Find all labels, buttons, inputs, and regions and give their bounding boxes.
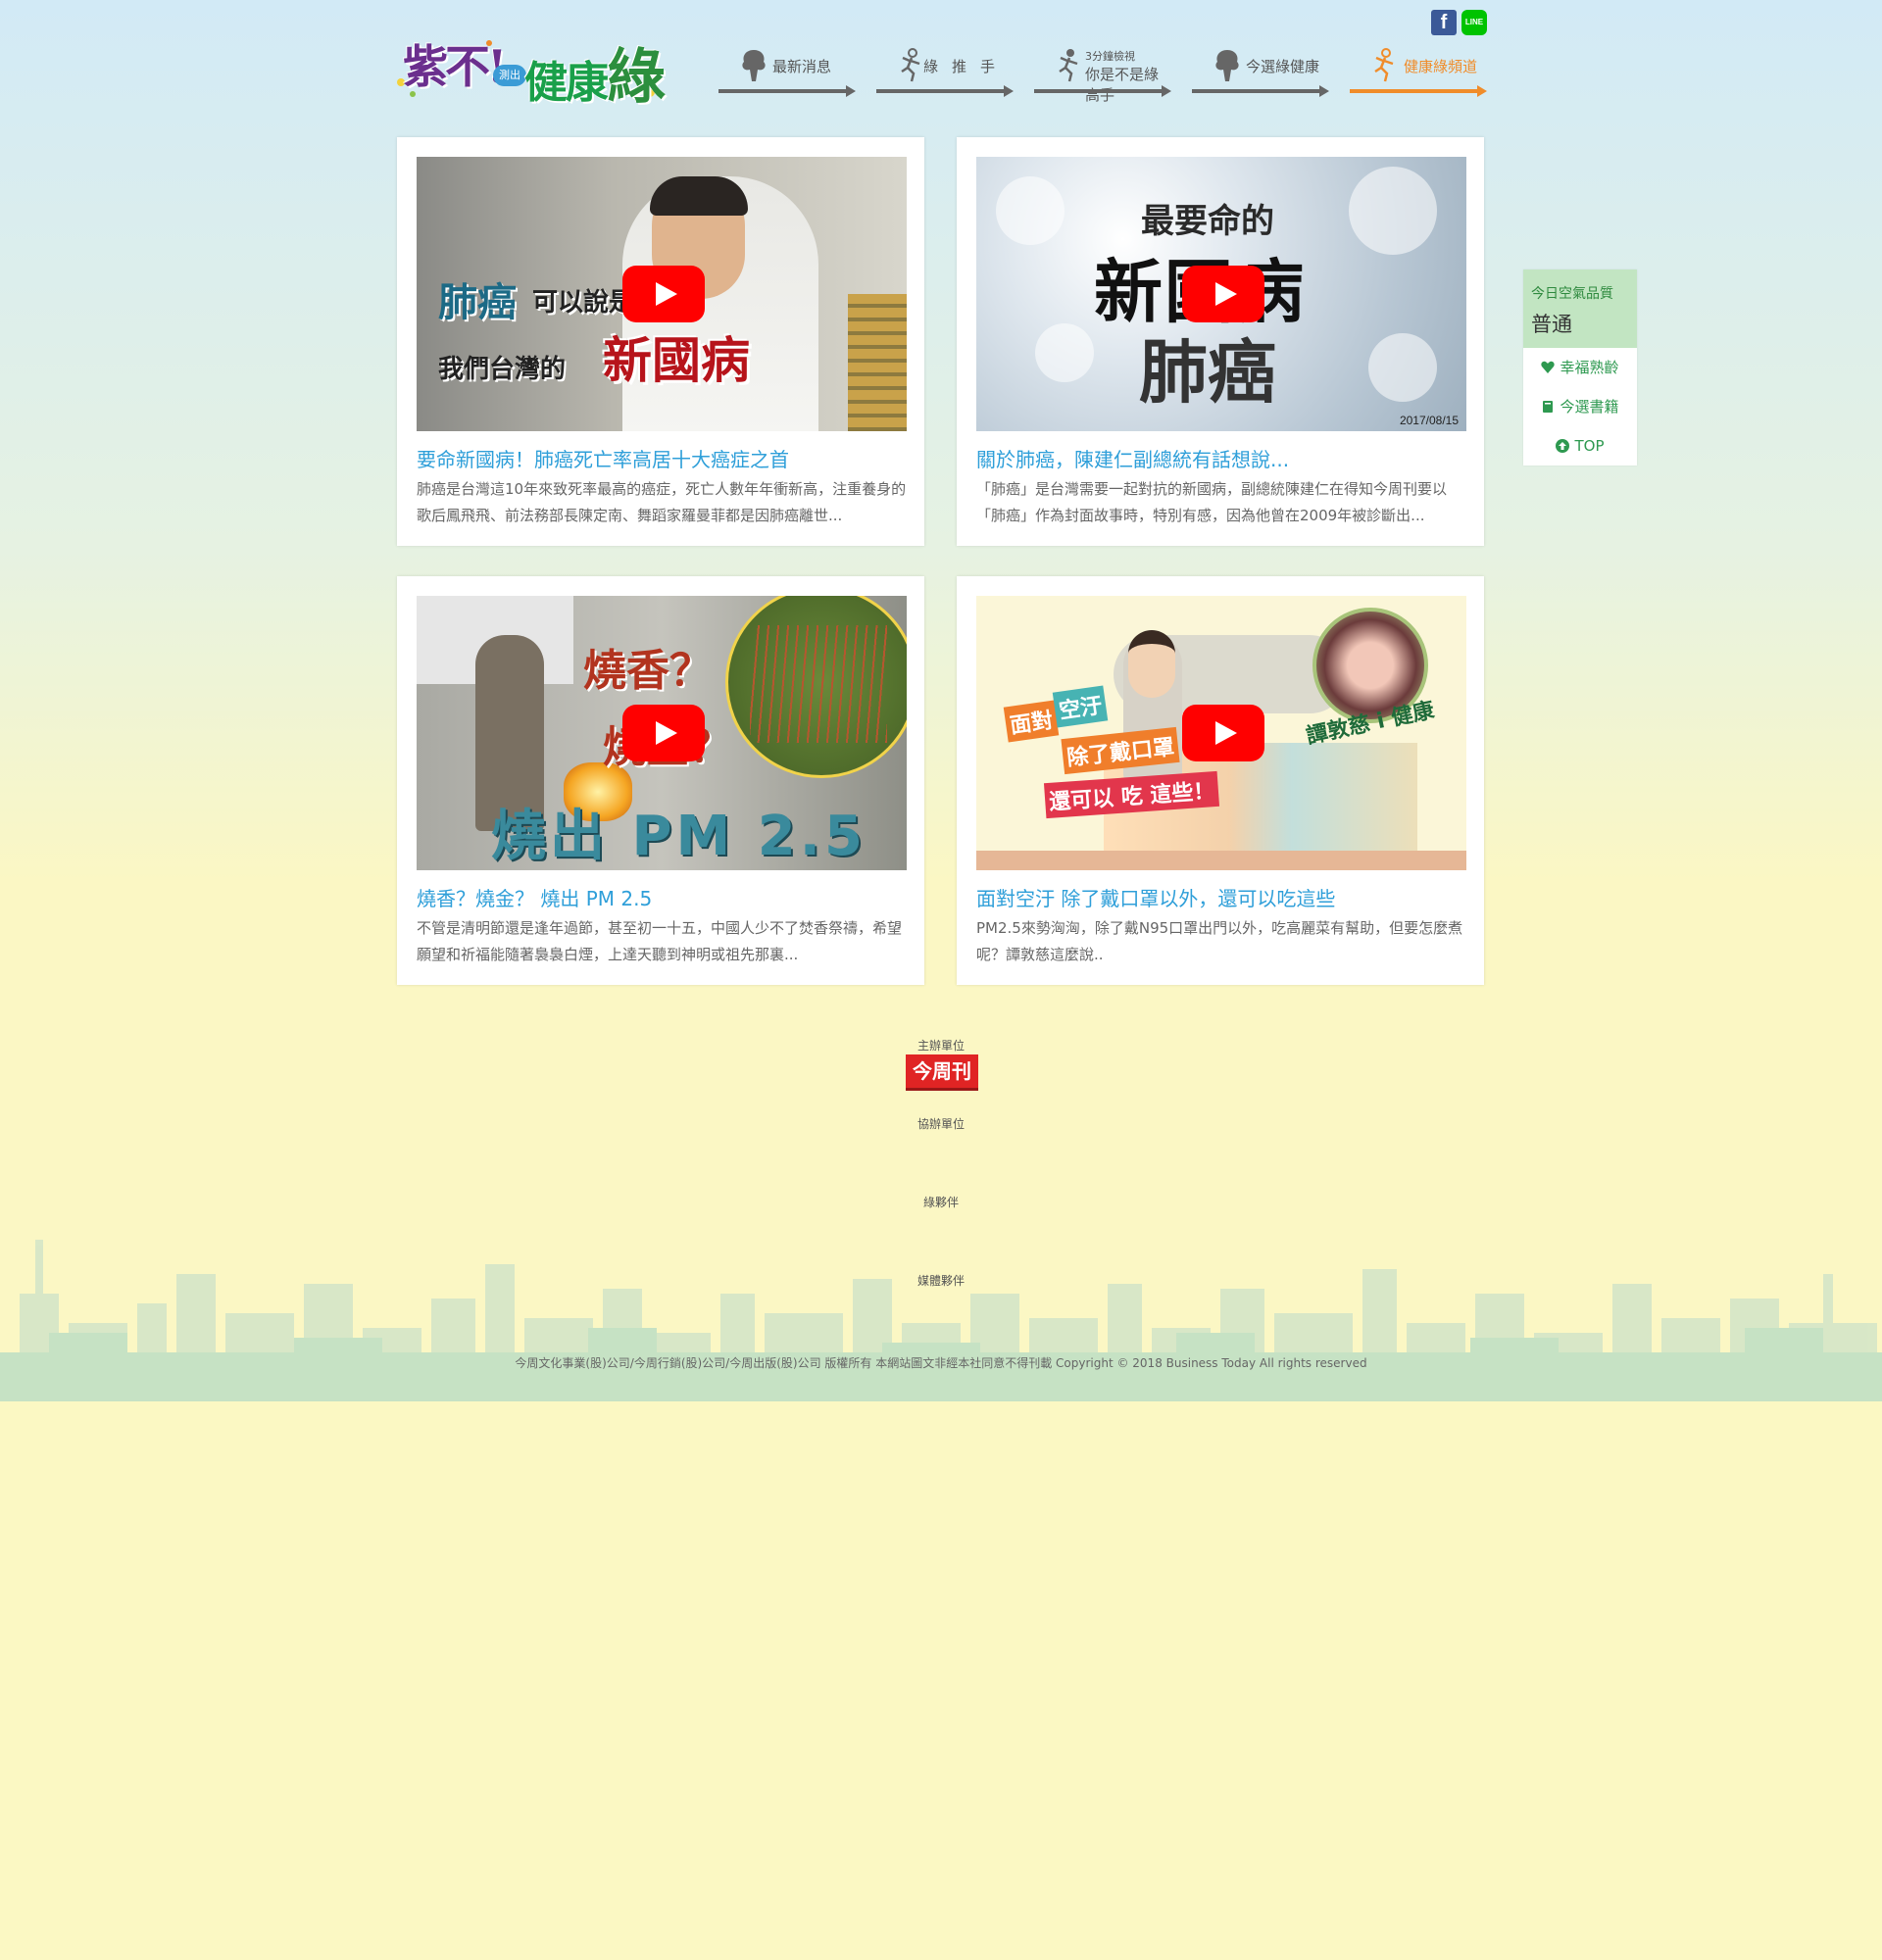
video-title[interactable]: 面對空汙 除了戴口罩以外，還可以吃這些 — [976, 883, 1335, 911]
nav-label: 最新消息 — [772, 58, 832, 75]
play-button-icon[interactable] — [622, 705, 705, 761]
side-link-senior[interactable]: 幸福熟齡 — [1523, 348, 1637, 387]
thumbnail-bokeh — [1035, 323, 1094, 382]
business-today-logo[interactable]: 今周刊 — [906, 1054, 978, 1091]
green-partner-label: 綠夥伴 — [922, 1196, 959, 1209]
line-icon[interactable]: LINE — [1461, 10, 1487, 35]
video-card: 最要命的 新國病 肺癌 2017/08/15 關於肺癌，陳建仁副總統有話想說..… — [957, 137, 1484, 546]
video-thumbnail[interactable]: 肺癌 可以說是 我們台灣的 新國病 — [417, 157, 907, 431]
video-description: 「肺癌」是台灣需要一起對抗的新國病，副總統陳建仁在得知今周刊要以「肺癌」作為封面… — [976, 480, 1448, 524]
nav-item-channel[interactable]: 健康綠頻道 — [1350, 44, 1488, 98]
side-link-top[interactable]: TOP — [1523, 426, 1637, 466]
nav-item-promoters[interactable]: 綠推手 — [876, 44, 1015, 98]
site-logo[interactable]: 紫不! 測出 健康綠 — [395, 24, 666, 112]
thumbnail-text: 肺癌 — [1139, 331, 1276, 413]
facebook-icon[interactable]: f — [1431, 10, 1457, 35]
runner-icon — [1374, 48, 1394, 82]
footer-partner-section: 綠夥伴 — [0, 1192, 1882, 1210]
nav-arrow — [1034, 85, 1171, 97]
host-label: 主辦單位 — [916, 1039, 965, 1053]
nav-arrow — [876, 85, 1014, 97]
video-description: PM2.5來勢洶洶，除了戴N95口罩出門以外，吃高麗菜有幫助，但要怎麼煮呢？譚敦… — [976, 919, 1463, 963]
main-nav: 最新消息 綠推手 3分鐘檢視 你是不是綠高手 今選綠健康 健康綠頻道 — [718, 44, 1488, 104]
nav-label: 健康綠頻道 — [1404, 58, 1478, 75]
nav-arrow — [1350, 85, 1487, 97]
copyright-text: 今周文化事業(股)公司/今周行銷(股)公司/今周出版(股)公司 版權所有 本網站… — [515, 1356, 1367, 1370]
thumbnail-bokeh — [1368, 333, 1437, 402]
tree-icon — [742, 50, 766, 81]
footer-host-section: 主辦單位 — [0, 1035, 1882, 1054]
air-quality-title: 今日空氣品質 — [1531, 286, 1613, 302]
nav-label: 今選綠健康 — [1246, 58, 1320, 75]
thumbnail-text: 最要命的 — [1141, 202, 1274, 241]
play-button-icon[interactable] — [1182, 266, 1264, 322]
video-thumbnail[interactable]: 最要命的 新國病 肺癌 2017/08/15 — [976, 157, 1466, 431]
thumbnail-floor — [976, 851, 1466, 870]
video-title[interactable]: 要命新國病！肺癌死亡率高居十大癌症之首 — [417, 444, 789, 472]
video-thumbnail[interactable]: 面對 空汙 除了戴口罩 還可以 吃 這些！ 譚敦慈 i 健康 — [976, 596, 1466, 870]
footer-co-section: 協辦單位 — [0, 1113, 1882, 1132]
air-quality-value: 普通 — [1531, 313, 1572, 336]
nav-item-green-health[interactable]: 今選綠健康 — [1192, 44, 1330, 98]
thumbnail-text: 燒出 PM 2.5 — [491, 805, 867, 868]
video-card: 面對 空汙 除了戴口罩 還可以 吃 這些！ 譚敦慈 i 健康 面對空汙 除了戴口… — [957, 576, 1484, 985]
social-links: f LINE — [1431, 10, 1487, 35]
logo-text-purple: 紫不! — [403, 40, 507, 93]
nav-arrow — [718, 85, 856, 97]
thumbnail-date: 2017/08/15 — [1399, 414, 1459, 427]
nav-label: 綠推手 — [923, 58, 1010, 75]
co-organizer-label: 協辦單位 — [916, 1117, 965, 1131]
video-card: 燒香？ 燒金？ 燒出 PM 2.5 燒香？燒金？ 燒出 PM 2.5 不管是清明… — [397, 576, 924, 985]
thumbnail-bokeh — [1349, 167, 1437, 255]
side-link-books[interactable]: 今選書籍 — [1523, 387, 1637, 426]
video-title[interactable]: 關於肺癌，陳建仁副總統有話想說... — [976, 444, 1289, 472]
video-card: 肺癌 可以說是 我們台灣的 新國病 要命新國病！肺癌死亡率高居十大癌症之首 肺癌… — [397, 137, 924, 546]
thumbnail-shelf — [848, 294, 907, 431]
thumbnail-man-head — [1128, 630, 1175, 698]
thumbnail-text: 可以說是 — [532, 288, 635, 318]
side-link-label: 今選書籍 — [1560, 398, 1619, 416]
nav-sublabel: 3分鐘檢視 — [1085, 50, 1135, 63]
thumbnail-doctor-hair — [650, 176, 748, 216]
video-description: 肺癌是台灣這10年來致死率最高的癌症，死亡人數年年衝新高，注重養身的歌后鳳飛飛、… — [417, 480, 907, 524]
thumbnail-incense-sticks — [750, 625, 887, 743]
up-arrow-icon — [1556, 439, 1570, 453]
video-thumbnail[interactable]: 燒香？ 燒金？ 燒出 PM 2.5 — [417, 596, 907, 870]
book-icon — [1543, 401, 1554, 413]
side-widget: 今日空氣品質 普通 幸福熟齡 今選書籍 TOP — [1523, 270, 1637, 466]
logo-text-green: 健康綠 — [524, 29, 666, 115]
logo-badge: 測出 — [493, 65, 526, 86]
heart-icon — [1541, 361, 1556, 373]
thumbnail-text: 新國病 — [603, 332, 750, 389]
runner-icon — [901, 48, 920, 82]
nav-item-news[interactable]: 最新消息 — [718, 44, 857, 98]
play-button-icon[interactable] — [622, 266, 705, 322]
thumbnail-text: 空汙 — [1052, 685, 1109, 728]
logo-text-green-char: 綠 — [607, 43, 666, 112]
side-link-label: TOP — [1574, 437, 1605, 455]
thumbnail-bokeh — [996, 176, 1065, 245]
thumbnail-text: 面對 — [1003, 700, 1060, 743]
air-quality-box: 今日空氣品質 普通 — [1523, 270, 1637, 348]
thumbnail-text: 燒香？ — [583, 646, 713, 696]
runner-icon — [1059, 49, 1078, 82]
footer-media-section: 媒體夥伴 — [0, 1270, 1882, 1289]
logo-text-health: 健康 — [524, 58, 609, 108]
thumbnail-text: 肺癌 — [438, 280, 517, 325]
play-button-icon[interactable] — [1182, 705, 1264, 761]
media-partner-label: 媒體夥伴 — [916, 1274, 965, 1288]
nav-arrow — [1192, 85, 1329, 97]
video-title[interactable]: 燒香？燒金？ 燒出 PM 2.5 — [417, 883, 652, 911]
video-description: 不管是清明節還是逢年過節，甚至初一十五，中國人少不了焚香祭禱，希望願望和祈福能隨… — [417, 919, 903, 963]
site-header: 紫不! 測出 健康綠 f LINE 最新消息 綠推手 3分鐘檢視 你是不是綠高手… — [395, 0, 1488, 112]
side-link-label: 幸福熟齡 — [1560, 359, 1619, 376]
nav-item-quiz[interactable]: 3分鐘檢視 你是不是綠高手 — [1034, 44, 1172, 104]
thumbnail-text: 我們台灣的 — [438, 355, 567, 384]
tree-icon — [1215, 50, 1239, 81]
